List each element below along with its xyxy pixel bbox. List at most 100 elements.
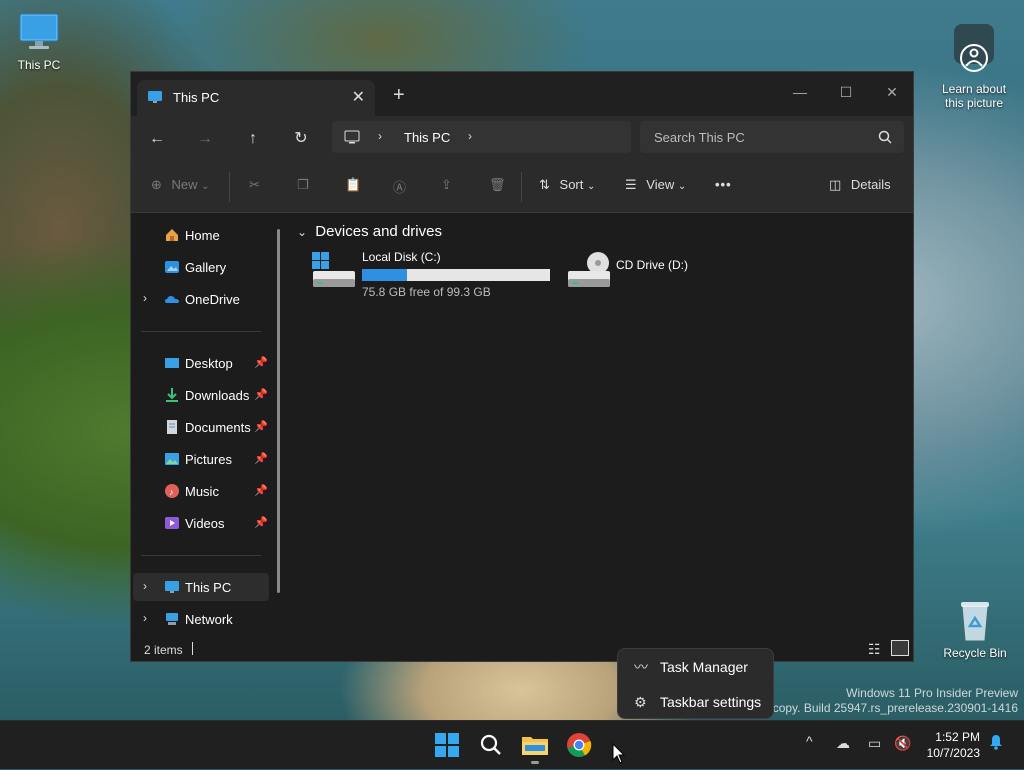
- drive-item-d[interactable]: CD Drive (D:): [562, 247, 742, 299]
- clock-date: 10/7/2023: [926, 746, 980, 760]
- back-button[interactable]: ←: [143, 126, 171, 152]
- copy-icon[interactable]: ❐: [297, 177, 309, 193]
- taskbar-context-menu: 〰 Task Manager ⚙ Taskbar settings: [617, 648, 774, 719]
- pin-icon[interactable]: 📌: [254, 452, 268, 465]
- close-button[interactable]: ✕: [869, 78, 915, 106]
- sidebar-item-label: Network: [185, 612, 233, 627]
- desktop-icon-recycle-bin[interactable]: Recycle Bin: [937, 598, 1013, 660]
- notification-bell-icon[interactable]: [988, 734, 1004, 753]
- command-bar: ⊕ New ⌄ ✂ ❐ 📋 Ⓐ ⇪ 🗑 ⇅ Sort ⌄ ☰ View ⌄ ••…: [131, 162, 913, 213]
- mouse-cursor-icon: [612, 742, 626, 770]
- search-button[interactable]: [475, 729, 507, 761]
- chevron-down-icon: ⌄: [201, 181, 210, 192]
- divider: [229, 172, 230, 202]
- desktop-icon-learn-about-picture[interactable]: Learn about this picture: [936, 10, 1012, 110]
- file-explorer-taskbar-button[interactable]: [519, 729, 551, 764]
- minimize-button[interactable]: —: [777, 78, 823, 106]
- file-explorer-window: This PC ✕ + — ☐ ✕ ← → ↑ ↻ › This PC › Se…: [130, 71, 914, 662]
- address-bar[interactable]: › This PC ›: [332, 121, 631, 153]
- group-header[interactable]: ⌄ Devices and drives: [297, 223, 442, 240]
- share-icon[interactable]: ⇪: [441, 177, 452, 193]
- sidebar-item-documents[interactable]: Documents 📌: [133, 413, 269, 441]
- sidebar-item-label: Desktop: [185, 356, 233, 371]
- tiles-view-icon[interactable]: [891, 640, 909, 656]
- plus-circle-icon: ⊕: [151, 177, 162, 192]
- details-button[interactable]: ◫ Details: [829, 177, 891, 193]
- new-tab-button[interactable]: +: [393, 84, 405, 107]
- cut-icon[interactable]: ✂: [249, 177, 260, 193]
- active-indicator: [531, 761, 539, 764]
- desktop-icon-this-pc[interactable]: This PC: [1, 10, 77, 72]
- network-status-icon[interactable]: ▭: [868, 735, 881, 752]
- sidebar-item-desktop[interactable]: Desktop 📌: [133, 349, 269, 377]
- more-options-button[interactable]: •••: [715, 177, 732, 192]
- cd-drive-icon: [566, 249, 612, 296]
- up-button[interactable]: ↑: [239, 126, 267, 152]
- document-icon: [164, 419, 180, 435]
- show-hidden-icons-button[interactable]: ^: [806, 733, 813, 749]
- gallery-icon: [164, 259, 180, 275]
- menu-item-taskbar-settings[interactable]: ⚙ Taskbar settings: [624, 687, 767, 717]
- picture-icon: [164, 451, 180, 467]
- sidebar-item-downloads[interactable]: Downloads 📌: [133, 381, 269, 409]
- search-input[interactable]: Search This PC: [640, 121, 904, 153]
- onedrive-status-icon[interactable]: ☁: [836, 735, 850, 752]
- maximize-button[interactable]: ☐: [823, 78, 869, 106]
- sidebar-item-label: OneDrive: [185, 292, 240, 307]
- menu-item-task-manager[interactable]: 〰 Task Manager: [624, 652, 767, 682]
- tab-close-button[interactable]: ✕: [352, 87, 365, 107]
- sidebar-item-label: Home: [185, 228, 220, 243]
- details-view-icon[interactable]: ☷: [868, 641, 881, 658]
- paste-icon[interactable]: 📋: [345, 177, 361, 193]
- svg-text:♪: ♪: [169, 487, 174, 497]
- sidebar-item-label: Downloads: [185, 388, 250, 403]
- new-button[interactable]: ⊕ New ⌄: [151, 177, 210, 193]
- pin-icon[interactable]: 📌: [254, 356, 268, 369]
- sidebar-item-home[interactable]: Home: [133, 221, 269, 249]
- rename-icon[interactable]: Ⓐ: [393, 177, 406, 196]
- sidebar-item-videos[interactable]: Videos 📌: [133, 509, 269, 537]
- cloud-icon: [164, 291, 180, 307]
- chevron-right-icon[interactable]: ›: [143, 579, 147, 593]
- refresh-button[interactable]: ↻: [287, 126, 315, 152]
- sidebar-scrollbar[interactable]: [277, 229, 280, 593]
- sidebar-item-music[interactable]: ♪ Music 📌: [133, 477, 269, 505]
- chrome-taskbar-button[interactable]: [563, 729, 595, 761]
- activity-icon: 〰: [634, 659, 648, 675]
- pin-icon[interactable]: 📌: [254, 388, 268, 401]
- sidebar-item-pictures[interactable]: Pictures 📌: [133, 445, 269, 473]
- sidebar-item-label: Videos: [185, 516, 225, 531]
- recycle-bin-icon: [955, 598, 995, 642]
- divider: [141, 331, 261, 332]
- delete-icon[interactable]: 🗑: [489, 177, 506, 193]
- sidebar-item-label: Documents: [185, 420, 251, 435]
- tab-this-pc[interactable]: This PC ✕: [137, 80, 375, 116]
- forward-button[interactable]: →: [191, 126, 219, 152]
- drive-name: Local Disk (C:): [362, 250, 441, 264]
- pin-icon[interactable]: 📌: [254, 420, 268, 433]
- menu-item-label: Task Manager: [660, 659, 748, 675]
- pin-icon[interactable]: 📌: [254, 484, 268, 497]
- home-icon: [164, 227, 180, 243]
- sidebar-item-gallery[interactable]: Gallery: [133, 253, 269, 281]
- chevron-right-icon[interactable]: ›: [468, 129, 472, 143]
- navigation-pane: Home Gallery › OneDrive Desktop 📌 Downlo…: [131, 213, 281, 633]
- breadcrumb-this-pc[interactable]: This PC: [404, 130, 450, 145]
- clock[interactable]: 1:52 PM 10/7/2023: [927, 729, 980, 761]
- sidebar-item-onedrive[interactable]: › OneDrive: [133, 285, 269, 313]
- start-button[interactable]: [431, 729, 463, 761]
- chevron-right-icon[interactable]: ›: [143, 291, 147, 305]
- video-icon: [164, 515, 180, 531]
- drive-item-c[interactable]: Local Disk (C:) 75.8 GB free of 99.3 GB: [307, 247, 557, 299]
- music-icon: ♪: [164, 483, 180, 499]
- sort-button[interactable]: ⇅ Sort ⌄: [539, 177, 595, 193]
- sidebar-item-this-pc[interactable]: › This PC: [133, 573, 269, 601]
- chevron-right-icon: ›: [378, 129, 382, 143]
- chevron-right-icon[interactable]: ›: [143, 611, 147, 625]
- pin-icon[interactable]: 📌: [254, 516, 268, 529]
- search-placeholder: Search This PC: [654, 130, 745, 145]
- clock-time: 1:52 PM: [935, 730, 980, 744]
- sidebar-item-network[interactable]: › Network: [133, 605, 269, 633]
- view-button[interactable]: ☰ View ⌄: [625, 177, 686, 193]
- volume-muted-icon[interactable]: 🔇: [894, 735, 911, 752]
